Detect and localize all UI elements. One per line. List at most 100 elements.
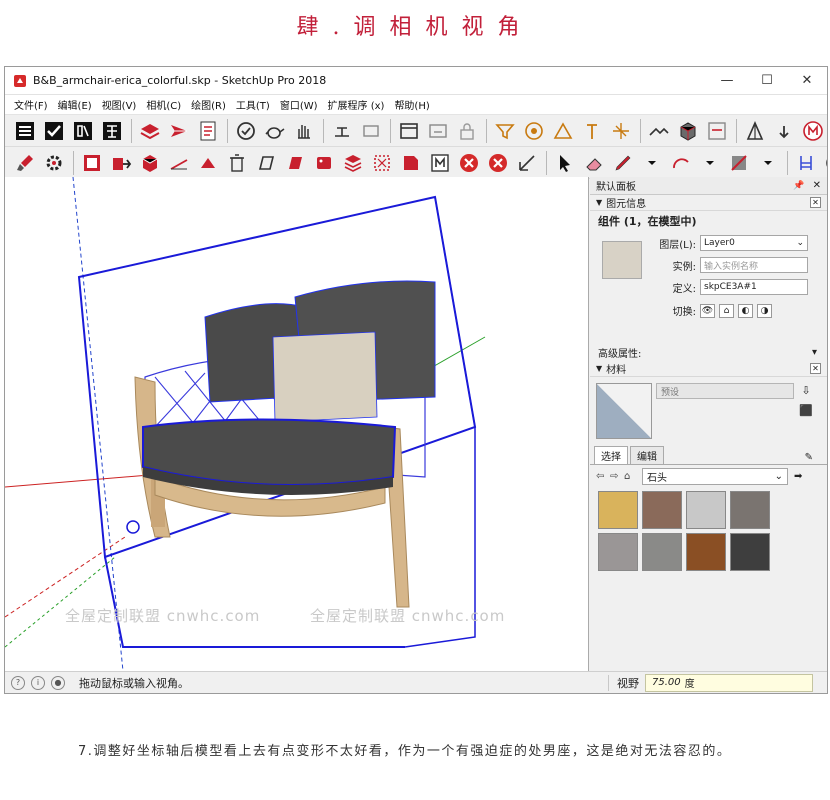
m-logo-button[interactable] [799, 118, 827, 144]
home-icon[interactable]: ⌂ [624, 471, 638, 482]
panel-tool-button[interactable] [703, 118, 731, 144]
shadow-tool-button[interactable] [357, 118, 385, 144]
flip-tool-button[interactable] [281, 150, 309, 176]
lock-tool-button[interactable] [453, 118, 481, 144]
remove-tool-button[interactable] [455, 150, 483, 176]
create-material-icon[interactable]: ⇩ [799, 383, 813, 397]
report-tool-button[interactable] [194, 118, 222, 144]
warehouse-tool-button[interactable] [741, 118, 769, 144]
peak-tool-button[interactable] [194, 150, 222, 176]
tray-close-button[interactable]: ✕ [813, 180, 821, 191]
menu-tools[interactable]: 工具(T) [231, 97, 275, 112]
arc-dropdown[interactable] [696, 150, 724, 176]
frame-tool-button[interactable] [78, 150, 106, 176]
window-tool-button[interactable] [395, 118, 423, 144]
entity-info-header[interactable]: ▼ 图元信息 ✕ [590, 195, 827, 211]
tab-select[interactable]: 选择 [594, 446, 628, 464]
menu-file[interactable]: 文件(F) [9, 97, 53, 112]
menu-camera[interactable]: 相机(C) [141, 97, 186, 112]
validate-button[interactable] [232, 118, 260, 144]
box-tool-button[interactable] [136, 150, 164, 176]
material-swatch[interactable] [730, 491, 770, 529]
eraser-tool-button[interactable] [580, 150, 608, 176]
shape-tool-button[interactable] [725, 150, 753, 176]
menu-help[interactable]: 帮助(H) [389, 97, 434, 112]
measurement-input[interactable]: 75.00 度 [645, 673, 813, 692]
line-tool-button[interactable] [165, 150, 193, 176]
tag-tool-button[interactable] [310, 150, 338, 176]
pencil-tool-button[interactable] [609, 150, 637, 176]
skm-tool-button[interactable] [770, 118, 798, 144]
material-swatch[interactable] [642, 491, 682, 529]
material-swatch[interactable] [686, 533, 726, 571]
layers-tool-button[interactable] [136, 118, 164, 144]
visibility-eye-icon[interactable]: 👁 [700, 303, 715, 318]
definition-input[interactable]: skpCE3A#1 [700, 279, 808, 295]
cup-tool-button[interactable] [424, 118, 452, 144]
library-select[interactable]: 石头 ⌄ [642, 467, 788, 485]
trash-tool-button[interactable] [223, 150, 251, 176]
plugin-b-button[interactable] [98, 118, 126, 144]
hand-tool-button[interactable] [290, 118, 318, 144]
pin-tool-button[interactable] [578, 118, 606, 144]
menu-window[interactable]: 窗口(W) [275, 97, 323, 112]
cast-shadows-icon[interactable]: ◑ [757, 303, 772, 318]
fold-tool-button[interactable] [397, 150, 425, 176]
select-tool-button[interactable] [551, 150, 579, 176]
minimize-button[interactable]: — [707, 67, 747, 95]
material-swatch[interactable] [598, 533, 638, 571]
section-close-icon[interactable]: ✕ [810, 197, 821, 208]
chair-tool-button[interactable] [792, 150, 820, 176]
material-swatch[interactable] [730, 533, 770, 571]
check-tool-button[interactable] [40, 118, 68, 144]
grid-tool-button[interactable] [11, 118, 39, 144]
m-tool-button[interactable] [426, 150, 454, 176]
maximize-button[interactable]: ☐ [747, 67, 787, 95]
back-arrow-icon[interactable]: ⇦ [596, 471, 610, 482]
user-icon[interactable]: ● [51, 675, 65, 690]
details-arrow-icon[interactable]: ➡ [794, 471, 802, 482]
stack-tool-button[interactable] [339, 150, 367, 176]
lock-icon[interactable]: ⌂ [719, 303, 734, 318]
pencil-dropdown[interactable] [638, 150, 666, 176]
eyedropper-icon[interactable]: ✎ [799, 451, 819, 464]
push-tool-button[interactable] [107, 150, 135, 176]
mesh-tool-button[interactable] [368, 150, 396, 176]
tab-edit[interactable]: 编辑 [630, 446, 664, 464]
teapot-button[interactable] [261, 118, 289, 144]
advanced-attributes-row[interactable]: 高级属性: ▾ [590, 343, 827, 361]
cube-tool-button[interactable] [674, 118, 702, 144]
arc-tool-button[interactable] [667, 150, 695, 176]
attribute-icon[interactable]: ▾ [812, 347, 817, 358]
menu-edit[interactable]: 编辑(E) [53, 97, 97, 112]
material-swatch[interactable] [686, 491, 726, 529]
menu-extensions[interactable]: 扩展程序 (x) [323, 97, 390, 112]
material-swatch[interactable] [598, 491, 638, 529]
menu-view[interactable]: 视图(V) [97, 97, 142, 112]
paint-bucket-icon[interactable]: ⬛ [799, 403, 813, 417]
funnel-tool-button[interactable] [491, 118, 519, 144]
pin-icon[interactable]: 📌 [793, 181, 804, 191]
geolocation-icon[interactable]: ? [11, 675, 25, 690]
triangle-tool-button[interactable] [549, 118, 577, 144]
layer-select[interactable]: Layer0 ⌄ [700, 235, 808, 251]
sun-tool-button[interactable] [328, 118, 356, 144]
materials-header[interactable]: ▼ 材料 ✕ [590, 361, 827, 377]
delete-tool-button[interactable] [484, 150, 512, 176]
credits-icon[interactable]: i [31, 675, 45, 690]
sheet-tool-button[interactable] [252, 150, 280, 176]
close-button[interactable]: ✕ [787, 67, 827, 95]
clock-tool-button[interactable] [821, 150, 827, 176]
axes-tool-button[interactable] [513, 150, 541, 176]
instance-name-input[interactable]: 输入实例名称 [700, 257, 808, 273]
receive-shadows-icon[interactable]: ◐ [738, 303, 753, 318]
menu-draw[interactable]: 绘图(R) [186, 97, 231, 112]
plugin-a-button[interactable] [69, 118, 97, 144]
send-tool-button[interactable] [165, 118, 193, 144]
sweep-tool-button[interactable] [11, 150, 39, 176]
spark-tool-button[interactable] [607, 118, 635, 144]
gear-tool-button[interactable] [40, 150, 68, 176]
forward-arrow-icon[interactable]: ⇨ [610, 471, 624, 482]
shape-dropdown[interactable] [754, 150, 782, 176]
terrain-tool-button[interactable] [645, 118, 673, 144]
